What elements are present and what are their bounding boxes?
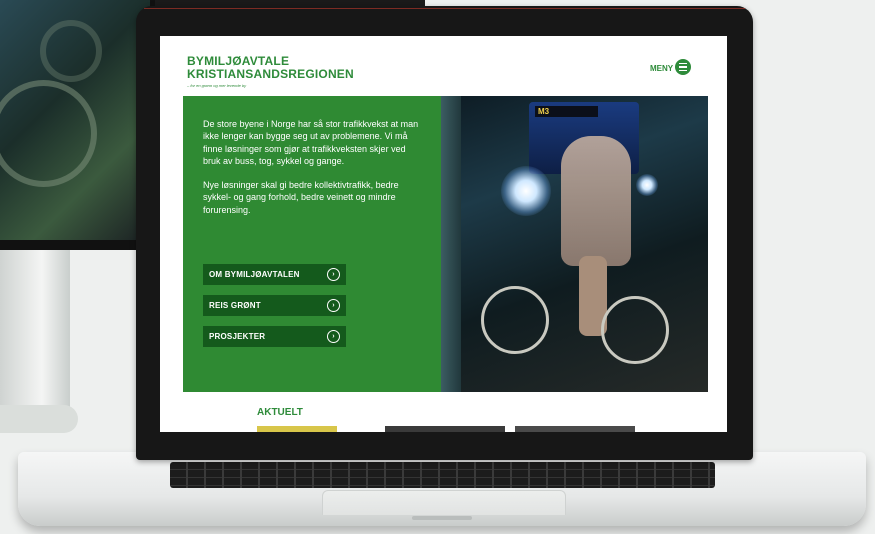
- laptop-trackpad: [322, 490, 566, 515]
- headlight-glow: [636, 174, 658, 196]
- monitor-stand: [0, 250, 70, 430]
- prosjekter-label: PROSJEKTER: [209, 332, 266, 341]
- laptop-screen: BYMILJØAVTALE KRISTIANSANDSREGIONEN – fo…: [160, 36, 727, 432]
- aktuelt-heading: AKTUELT: [257, 407, 303, 418]
- bicycle-frame-image: [40, 20, 102, 82]
- arrow-right-icon: ›: [327, 330, 340, 343]
- background-monitor-screen: [0, 0, 150, 240]
- reis-gront-label: REIS GRØNT: [209, 301, 261, 310]
- laptop-notch: [412, 516, 472, 520]
- hamburger-menu-icon[interactable]: [675, 59, 691, 75]
- photo-pole: [441, 96, 461, 392]
- arrow-right-icon: ›: [327, 299, 340, 312]
- photo-cyclist: [561, 136, 631, 266]
- news-thumbnail[interactable]: [385, 426, 505, 432]
- news-thumbnail[interactable]: [515, 426, 635, 432]
- photo-bicycle-wheel: [481, 286, 549, 354]
- reis-gront-button[interactable]: REIS GRØNT ›: [203, 295, 346, 316]
- arrow-right-icon: ›: [327, 268, 340, 281]
- site-header: BYMILJØAVTALE KRISTIANSANDSREGIONEN – fo…: [160, 36, 727, 96]
- bicycle-wheel-image: [0, 80, 97, 187]
- hero-photo-cyclist: M3: [441, 96, 708, 392]
- logo-tagline: – for en grønn og mer levende by: [187, 83, 247, 88]
- hero-paragraph-2: Nye løsninger skal gi bedre kollektivtra…: [203, 180, 399, 215]
- menu-label[interactable]: MENY: [650, 64, 673, 73]
- hero-paragraph-1: De store byene i Norge har så stor trafi…: [203, 119, 419, 166]
- headlight-glow: [501, 166, 551, 216]
- news-thumbnails: [257, 426, 727, 432]
- hero-text: De store byene i Norge har så stor trafi…: [203, 118, 425, 228]
- photo-bicycle-wheel: [601, 296, 669, 364]
- prosjekter-button[interactable]: PROSJEKTER ›: [203, 326, 346, 347]
- bus-route-sign: M3: [535, 106, 598, 117]
- hero-panel: De store byene i Norge har så stor trafi…: [183, 96, 441, 392]
- logo-title-line2[interactable]: KRISTIANSANDSREGIONEN: [187, 67, 354, 81]
- om-bymiljoavtalen-label: OM BYMILJØAVTALEN: [209, 270, 300, 279]
- news-thumbnail[interactable]: [257, 426, 337, 432]
- logo-title-line1[interactable]: BYMILJØAVTALE: [187, 54, 289, 68]
- laptop-keyboard: [170, 462, 715, 488]
- monitor-base: [0, 405, 78, 433]
- om-bymiljoavtalen-button[interactable]: OM BYMILJØAVTALEN ›: [203, 264, 346, 285]
